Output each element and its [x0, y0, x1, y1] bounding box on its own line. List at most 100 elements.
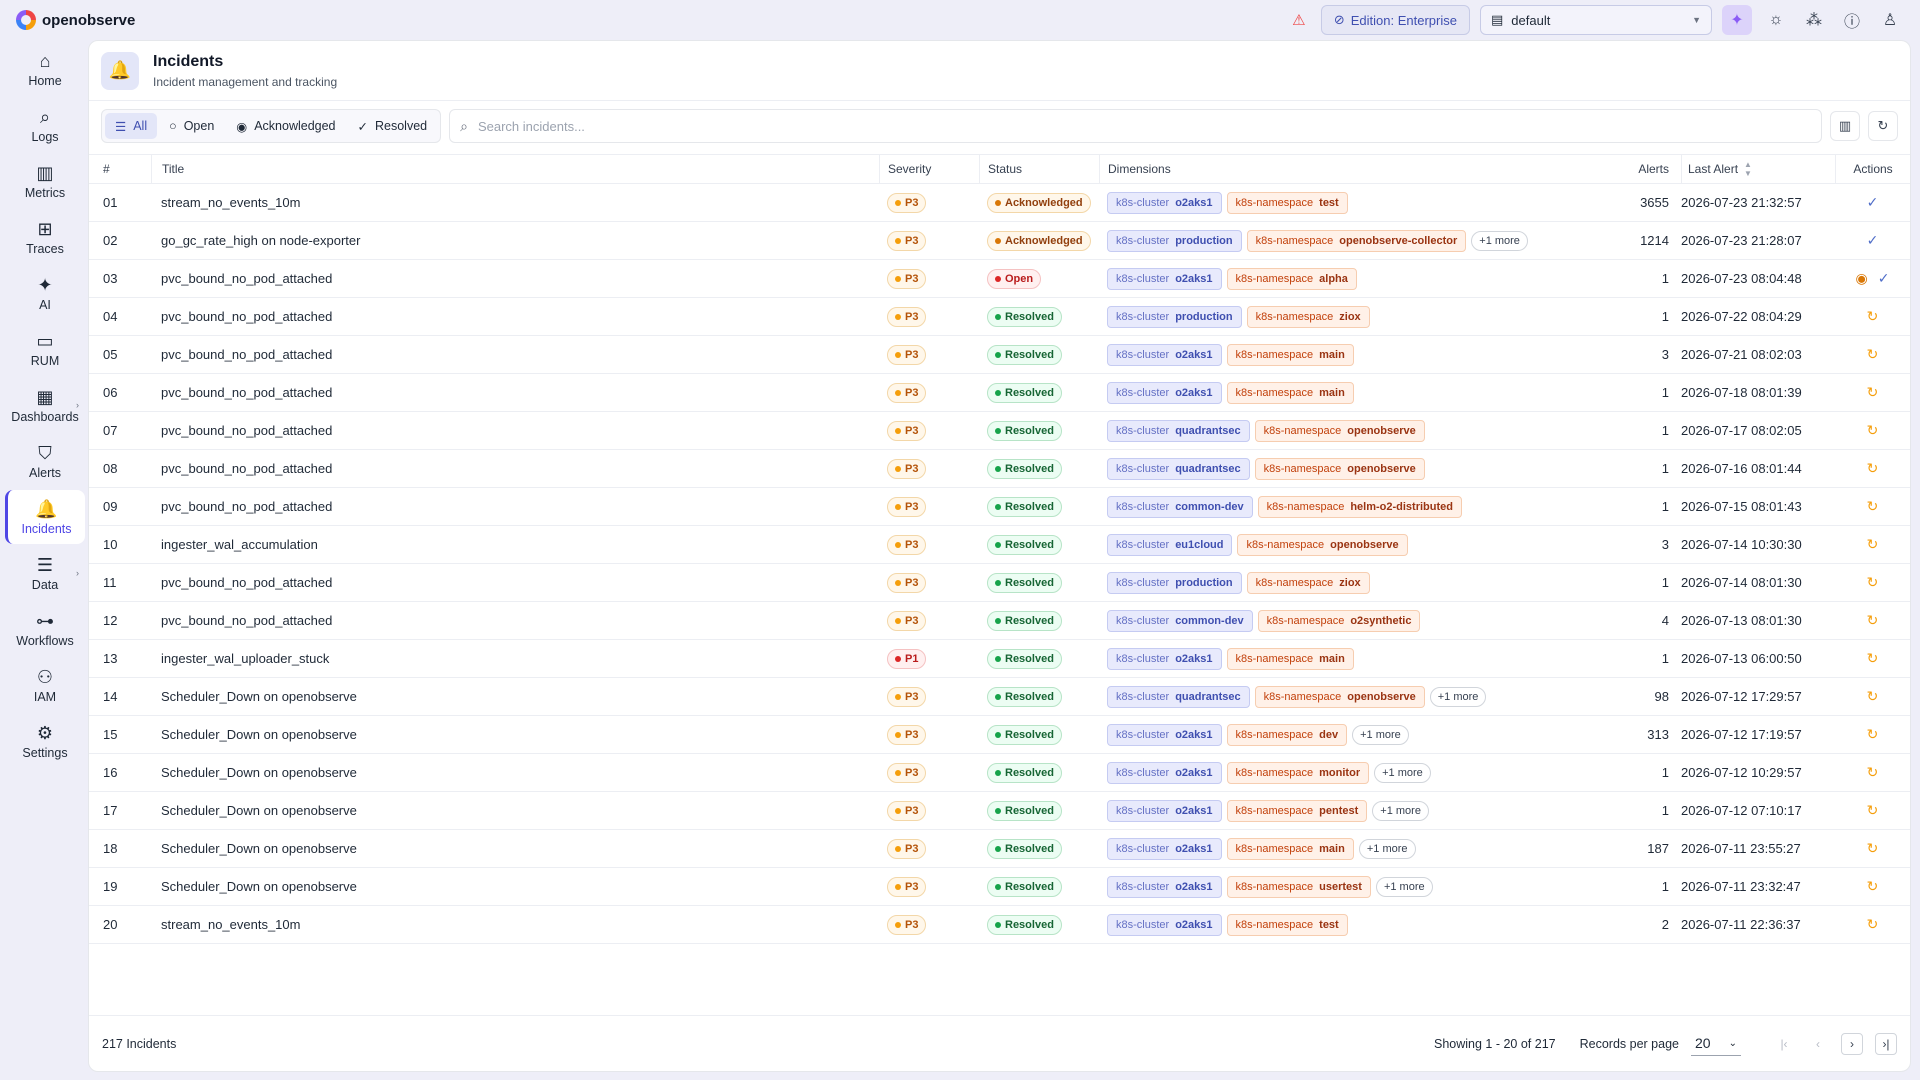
incident-title[interactable]: pvc_bound_no_pod_attached	[151, 385, 879, 400]
incident-title[interactable]: pvc_bound_no_pod_attached	[151, 575, 879, 590]
user-menu-button[interactable]: ♙	[1876, 6, 1904, 34]
resolve-button[interactable]: ✓	[1867, 194, 1879, 211]
records-per-page-select[interactable]: 20 ⌄	[1691, 1032, 1741, 1056]
table-row[interactable]: 12 pvc_bound_no_pod_attached P3 Resolved k8s…	[89, 602, 1910, 640]
incident-title[interactable]: Scheduler_Down on openobserve	[151, 879, 879, 894]
sidebar-item-metrics[interactable]: ▥ Metrics	[5, 154, 85, 208]
reopen-button[interactable]: ↻	[1867, 384, 1879, 401]
incident-title[interactable]: pvc_bound_no_pod_attached	[151, 271, 879, 286]
reopen-button[interactable]: ↻	[1867, 498, 1879, 515]
reopen-button[interactable]: ↻	[1867, 308, 1879, 325]
first-page-button[interactable]: |‹	[1773, 1033, 1795, 1055]
table-row[interactable]: 19 Scheduler_Down on openobserve P3 Resolve…	[89, 868, 1910, 906]
reopen-button[interactable]: ↻	[1867, 840, 1879, 857]
filter-open[interactable]: ○ Open	[159, 113, 224, 139]
table-row[interactable]: 09 pvc_bound_no_pod_attached P3 Resolved k8s…	[89, 488, 1910, 526]
resolve-button[interactable]: ✓	[1867, 232, 1879, 249]
incident-title[interactable]: Scheduler_Down on openobserve	[151, 841, 879, 856]
ai-assistant-button[interactable]: ✦	[1722, 5, 1752, 35]
more-dimensions-chip[interactable]: +1 more	[1374, 762, 1431, 783]
sidebar-item-workflows[interactable]: ⊶ Workflows	[5, 602, 85, 656]
incident-title[interactable]: pvc_bound_no_pod_attached	[151, 309, 879, 324]
col-header-alerts[interactable]: Alerts	[1591, 154, 1681, 184]
col-header-severity[interactable]: Severity	[879, 154, 979, 184]
incident-title[interactable]: Scheduler_Down on openobserve	[151, 765, 879, 780]
incident-title[interactable]: Scheduler_Down on openobserve	[151, 727, 879, 742]
incident-title[interactable]: go_gc_rate_high on node-exporter	[151, 233, 879, 248]
incident-title[interactable]: stream_no_events_10m	[151, 195, 879, 210]
reopen-button[interactable]: ↻	[1867, 802, 1879, 819]
reopen-button[interactable]: ↻	[1867, 764, 1879, 781]
next-page-button[interactable]: ›	[1841, 1032, 1863, 1055]
incident-title[interactable]: Scheduler_Down on openobserve	[151, 689, 879, 704]
reopen-button[interactable]: ↻	[1867, 422, 1879, 439]
table-row[interactable]: 16 Scheduler_Down on openobserve P3 Resolve…	[89, 754, 1910, 792]
sidebar-item-rum[interactable]: ▭ RUM	[5, 322, 85, 376]
sidebar-item-ai[interactable]: ✦ AI	[5, 266, 85, 320]
sidebar-item-data[interactable]: ☰ Data ›	[5, 546, 85, 600]
reopen-button[interactable]: ↻	[1867, 688, 1879, 705]
incident-title[interactable]: ingester_wal_accumulation	[151, 537, 879, 552]
more-dimensions-chip[interactable]: +1 more	[1372, 800, 1429, 821]
incident-title[interactable]: pvc_bound_no_pod_attached	[151, 461, 879, 476]
org-select[interactable]: ▤ default ▼	[1480, 5, 1712, 35]
prev-page-button[interactable]: ‹	[1807, 1033, 1829, 1055]
sidebar-item-iam[interactable]: ⚇ IAM	[5, 658, 85, 712]
col-header-status[interactable]: Status	[979, 154, 1099, 184]
refresh-button[interactable]: ↻	[1868, 111, 1898, 141]
app-logo[interactable]: openobserve	[16, 10, 135, 30]
reopen-button[interactable]: ↻	[1867, 346, 1879, 363]
reopen-button[interactable]: ↻	[1867, 612, 1879, 629]
help-button[interactable]: ⓘ	[1838, 6, 1866, 34]
incident-title[interactable]: Scheduler_Down on openobserve	[151, 803, 879, 818]
reopen-button[interactable]: ↻	[1867, 536, 1879, 553]
sidebar-item-settings[interactable]: ⚙ Settings	[5, 714, 85, 768]
acknowledge-button[interactable]: ◉	[1856, 270, 1868, 287]
triangle-warning-icon[interactable]: ⚠	[1287, 11, 1311, 29]
table-row[interactable]: 05 pvc_bound_no_pod_attached P3 Resolved k8s…	[89, 336, 1910, 374]
table-row[interactable]: 04 pvc_bound_no_pod_attached P3 Resolved k8s…	[89, 298, 1910, 336]
col-header-title[interactable]: Title	[151, 154, 879, 184]
sidebar-item-dashboards[interactable]: ▦ Dashboards ›	[5, 378, 85, 432]
search-input[interactable]	[477, 118, 1811, 134]
filter-all[interactable]: ☰ All	[105, 113, 158, 139]
more-dimensions-chip[interactable]: +1 more	[1375, 876, 1433, 897]
more-dimensions-chip[interactable]: +1 more	[1352, 724, 1409, 745]
sort-icon[interactable]: ▲ ▼	[1744, 160, 1752, 178]
incident-title[interactable]: ingester_wal_uploader_stuck	[151, 651, 879, 666]
incident-title[interactable]: stream_no_events_10m	[151, 917, 879, 932]
edition-button[interactable]: ⊘ Edition: Enterprise	[1320, 5, 1470, 35]
reopen-button[interactable]: ↻	[1867, 650, 1879, 667]
table-row[interactable]: 20 stream_no_events_10m P3 Resolved k8s-clus…	[89, 906, 1910, 944]
incident-title[interactable]: pvc_bound_no_pod_attached	[151, 347, 879, 362]
more-dimensions-chip[interactable]: +1 more	[1471, 230, 1528, 251]
filter-resolved[interactable]: ✓ Resolved	[348, 113, 438, 139]
col-header-last-alert[interactable]: Last Alert ▲ ▼	[1681, 154, 1835, 184]
table-row[interactable]: 14 Scheduler_Down on openobserve P3 Resolve…	[89, 678, 1910, 716]
filter-acknowledged[interactable]: ◉ Acknowledged	[226, 113, 345, 139]
theme-toggle-button[interactable]: ☼	[1762, 6, 1790, 34]
column-toggle-button[interactable]: ▥	[1830, 111, 1860, 141]
reopen-button[interactable]: ↻	[1867, 726, 1879, 743]
table-row[interactable]: 11 pvc_bound_no_pod_attached P3 Resolved k8s…	[89, 564, 1910, 602]
table-row[interactable]: 03 pvc_bound_no_pod_attached P3 Open k8s-clu…	[89, 260, 1910, 298]
sidebar-item-home[interactable]: ⌂ Home	[5, 42, 85, 96]
resolve-button[interactable]: ✓	[1878, 270, 1890, 287]
table-row[interactable]: 07 pvc_bound_no_pod_attached P3 Resolved k8s…	[89, 412, 1910, 450]
reopen-button[interactable]: ↻	[1867, 460, 1879, 477]
more-dimensions-chip[interactable]: +1 more	[1429, 686, 1487, 707]
table-row[interactable]: 08 pvc_bound_no_pod_attached P3 Resolved k8s…	[89, 450, 1910, 488]
table-row[interactable]: 01 stream_no_events_10m P3 Acknowledged k8s-…	[89, 184, 1910, 222]
last-page-button[interactable]: ›|	[1875, 1032, 1897, 1055]
sidebar-item-incidents[interactable]: 🔔 Incidents	[5, 490, 85, 544]
table-row[interactable]: 18 Scheduler_Down on openobserve P3 Resolve…	[89, 830, 1910, 868]
sidebar-item-alerts[interactable]: ⛉ Alerts	[5, 434, 85, 488]
table-row[interactable]: 17 Scheduler_Down on openobserve P3 Resolve…	[89, 792, 1910, 830]
more-dimensions-chip[interactable]: +1 more	[1358, 838, 1416, 859]
table-row[interactable]: 02 go_gc_rate_high on node-exporter P3 Ackn…	[89, 222, 1910, 260]
table-row[interactable]: 10 ingester_wal_accumulation P3 Resolved k8s…	[89, 526, 1910, 564]
table-row[interactable]: 15 Scheduler_Down on openobserve P3 Resolve…	[89, 716, 1910, 754]
table-row[interactable]: 13 ingester_wal_uploader_stuck P1 Resolved k…	[89, 640, 1910, 678]
sidebar-item-traces[interactable]: ⊞ Traces	[5, 210, 85, 264]
sidebar-item-logs[interactable]: ⌕ Logs	[5, 98, 85, 152]
